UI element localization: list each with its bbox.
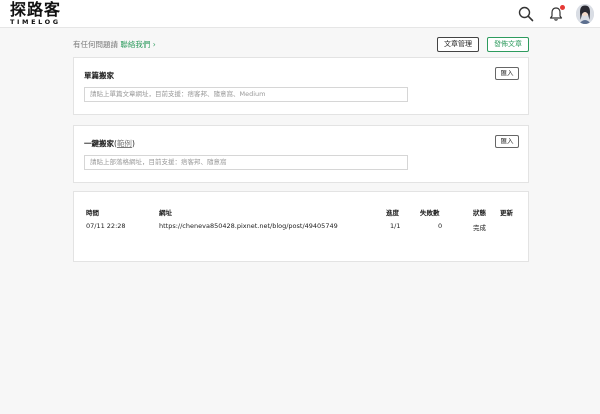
logo-subtext: TIMELOG xyxy=(10,18,61,26)
avatar[interactable] xyxy=(576,4,594,24)
search-icon[interactable] xyxy=(516,4,536,24)
single-import-title: 單篇搬家 xyxy=(84,71,114,80)
row-progress: 1/1 xyxy=(390,222,401,230)
blog-url-input[interactable]: 請貼上部落格網址，目前支援：痞客邦、隨意窩 xyxy=(84,155,408,170)
bulk-import-button[interactable]: 匯入 xyxy=(495,135,519,148)
col-url-header: 網址 xyxy=(159,209,172,217)
logo-text: 探路客 xyxy=(10,0,62,19)
help-text: 有任何問題請 聯絡我們 › xyxy=(73,39,156,50)
chevron-right-icon: › xyxy=(150,40,156,49)
sample-link[interactable]: 範例 xyxy=(117,139,132,148)
publish-article-button[interactable]: 發佈文章 xyxy=(487,37,529,52)
col-time-header: 時間 xyxy=(86,209,99,217)
contact-link[interactable]: 聯絡我們 › xyxy=(120,40,155,49)
col-status-header: 狀態 xyxy=(473,209,486,217)
row-failed: 0 xyxy=(438,222,443,230)
bulk-import-title: 一鍵搬家(範例) xyxy=(84,138,135,149)
bulk-import-card: 一鍵搬家(範例) 匯入 請貼上部落格網址，目前支援：痞客邦、隨意窩 xyxy=(73,125,529,183)
paren-close: ) xyxy=(131,139,135,148)
logo[interactable]: 探路客 TIMELOG xyxy=(10,2,61,26)
contact-label: 聯絡我們 xyxy=(120,40,151,49)
col-update-header: 更新 xyxy=(500,209,513,217)
bulk-import-title-text: 一鍵搬家 xyxy=(84,139,114,148)
top-bar: 探路客 TIMELOG xyxy=(0,0,600,28)
single-import-card: 單篇搬家 匯入 請貼上單篇文章網址，目前支援：痞客邦、隨意窩、Medium xyxy=(73,57,529,115)
col-progress-header: 進度 xyxy=(386,209,399,217)
bell-icon[interactable] xyxy=(546,4,566,24)
notification-dot xyxy=(560,5,565,10)
single-import-button[interactable]: 匯入 xyxy=(495,67,519,80)
action-bar: 有任何問題請 聯絡我們 › 文章管理 發佈文章 xyxy=(73,36,529,54)
article-manage-button[interactable]: 文章管理 xyxy=(437,37,479,52)
help-label: 有任何問題請 xyxy=(73,40,121,49)
import-history-card: 時間 網址 進度 失敗數 狀態 更新 07/11 22:28 https://c… xyxy=(73,191,529,262)
row-status: 完成 xyxy=(473,224,486,232)
row-url[interactable]: https://cheneva850428.pixnet.net/blog/po… xyxy=(159,222,338,230)
single-url-input[interactable]: 請貼上單篇文章網址，目前支援：痞客邦、隨意窩、Medium xyxy=(84,87,408,102)
row-time: 07/11 22:28 xyxy=(86,222,126,230)
col-failed-header: 失敗數 xyxy=(420,209,440,217)
top-icons xyxy=(516,3,594,25)
